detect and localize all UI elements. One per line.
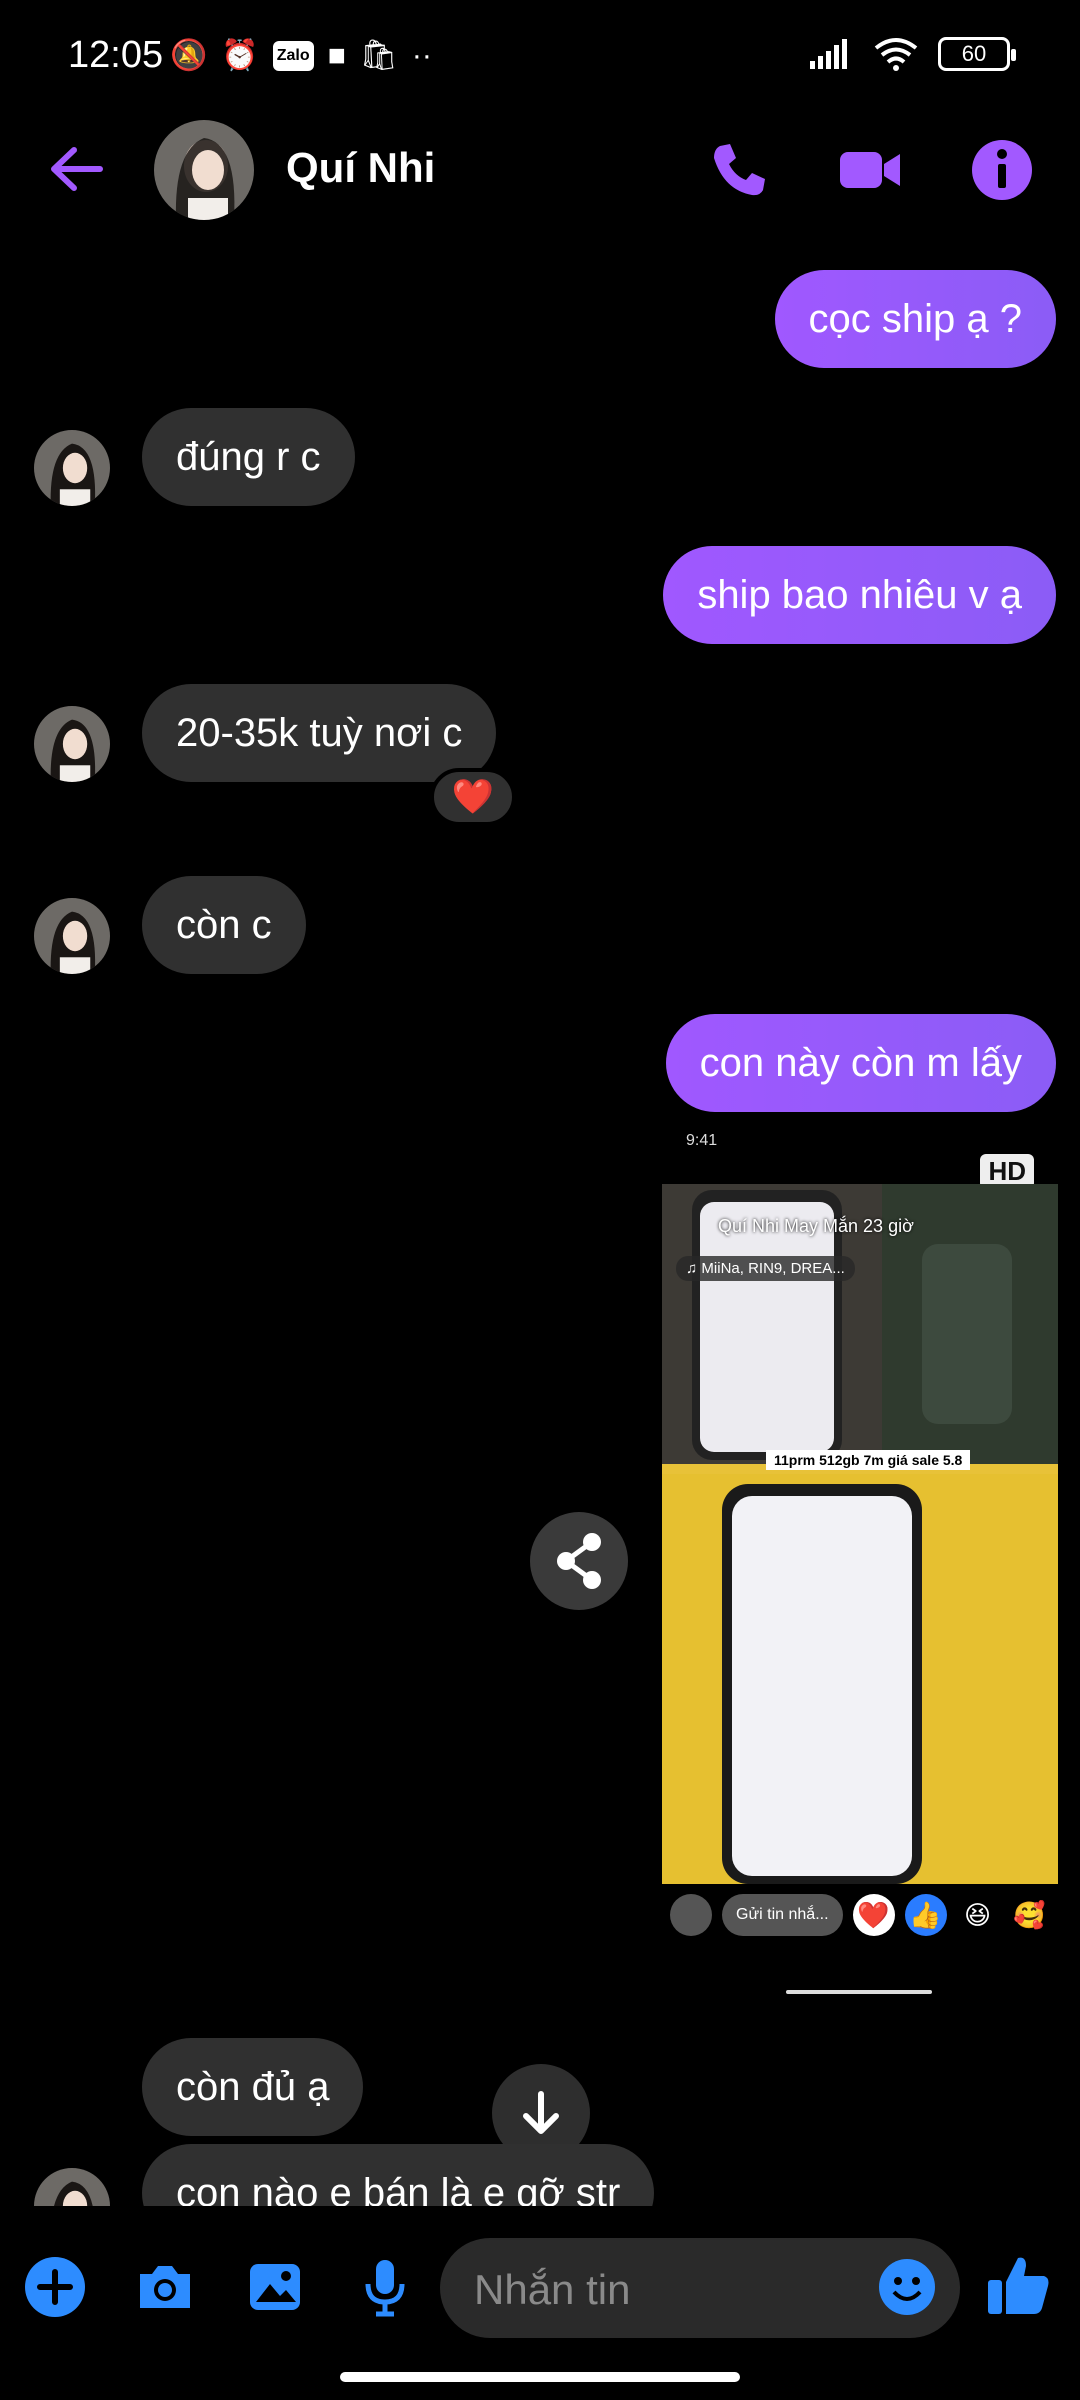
message-outgoing[interactable]: cọc ship ạ ? [774, 270, 1056, 368]
more-dots-icon: ·· [411, 39, 432, 72]
message-input-placeholder: Nhắn tin [474, 2266, 631, 2313]
send-message-label: Gửi tin nhắ... [722, 1894, 843, 1936]
contact-avatar-small[interactable] [34, 706, 110, 782]
love-reaction-icon: ❤️ [852, 1894, 895, 1936]
contact-avatar[interactable] [154, 120, 254, 220]
status-bar: 12:05 🔕 ⏰ Zalo ■ 🛍 ·· 60 [0, 0, 1080, 120]
post-author: Quí Nhi May Mắn 23 giờ [718, 1216, 914, 1236]
contact-avatar-small[interactable] [34, 2168, 110, 2206]
message-input[interactable]: Nhắn tin [440, 2238, 960, 2338]
contact-name[interactable]: Quí Nhi [286, 144, 435, 192]
home-indicator[interactable] [340, 2372, 740, 2382]
microphone-icon[interactable] [352, 2254, 418, 2320]
status-notification-icons: 🔕 ⏰ Zalo ■ 🛍 ·· [170, 36, 432, 76]
signal-icon [810, 39, 847, 69]
thumbs-up-icon[interactable] [982, 2248, 1054, 2320]
contact-avatar-small[interactable] [34, 898, 110, 974]
shared-screenshot[interactable]: 9:41 HD Quí Nhi May Mắn 23 giờ ♫ MiiNa, … [662, 1124, 1058, 1950]
message-incoming[interactable]: đúng r c [142, 408, 355, 506]
screenshot-status-time: 9:41 [686, 1132, 718, 1149]
post-music-label: ♫ MiiNa, RIN9, DREA... [676, 1256, 855, 1281]
message-incoming[interactable]: còn c [142, 876, 306, 974]
share-icon [557, 1533, 601, 1589]
chat-header: Quí Nhi [0, 120, 1080, 220]
care-reaction-icon: 🥰 [1013, 1900, 1046, 1930]
message-outgoing[interactable]: ship bao nhiêu v ạ [663, 546, 1056, 644]
video-call-icon[interactable] [834, 134, 906, 206]
zalo-icon: Zalo [272, 41, 314, 71]
screenshot-image [662, 1184, 1058, 1884]
clipped-message-area: con nào e bán là e gỡ str [0, 2140, 1080, 2206]
message-incoming[interactable]: con nào e bán là e gỡ str [142, 2144, 655, 2206]
post-action-bar: Gửi tin nhắ... ❤️ 👍 😆 🥰 [670, 1894, 1051, 1936]
info-icon[interactable] [966, 134, 1038, 206]
like-reaction-icon: 👍 [904, 1894, 947, 1936]
back-arrow-icon[interactable] [42, 134, 112, 204]
wifi-icon [874, 38, 918, 71]
muted-bell-icon: 🔕 [170, 39, 208, 72]
battery-icon: 60 [938, 37, 1016, 71]
share-arrow-icon [670, 1894, 712, 1936]
message-incoming[interactable]: còn đủ ạ [142, 2038, 364, 2136]
post-caption: 11prm 512gb 7m giá sale 5.8 [766, 1450, 971, 1470]
alarm-icon: ⏰ [221, 39, 259, 72]
shopee-icon: 🛍 [359, 39, 398, 72]
status-system-icons: 60 [808, 36, 1016, 72]
video-camera-icon: ■ [327, 39, 346, 72]
status-time: 12:05 [68, 34, 164, 76]
message-outgoing[interactable]: con này còn m lấy [665, 1014, 1056, 1112]
heart-reaction[interactable]: ❤️ [430, 768, 516, 826]
haha-reaction-icon: 😆 [963, 1900, 992, 1930]
phone-call-icon[interactable] [702, 134, 774, 206]
plus-icon[interactable] [22, 2254, 88, 2320]
message-incoming[interactable]: 20-35k tuỳ nơi c [142, 684, 497, 782]
message-composer: Nhắn tin [0, 2232, 1080, 2342]
gallery-icon[interactable] [242, 2254, 308, 2320]
camera-icon[interactable] [132, 2254, 198, 2320]
emoji-icon[interactable] [876, 2256, 938, 2318]
contact-avatar-small[interactable] [34, 430, 110, 506]
media-divider [786, 1990, 932, 1994]
share-button[interactable] [530, 1512, 628, 1610]
